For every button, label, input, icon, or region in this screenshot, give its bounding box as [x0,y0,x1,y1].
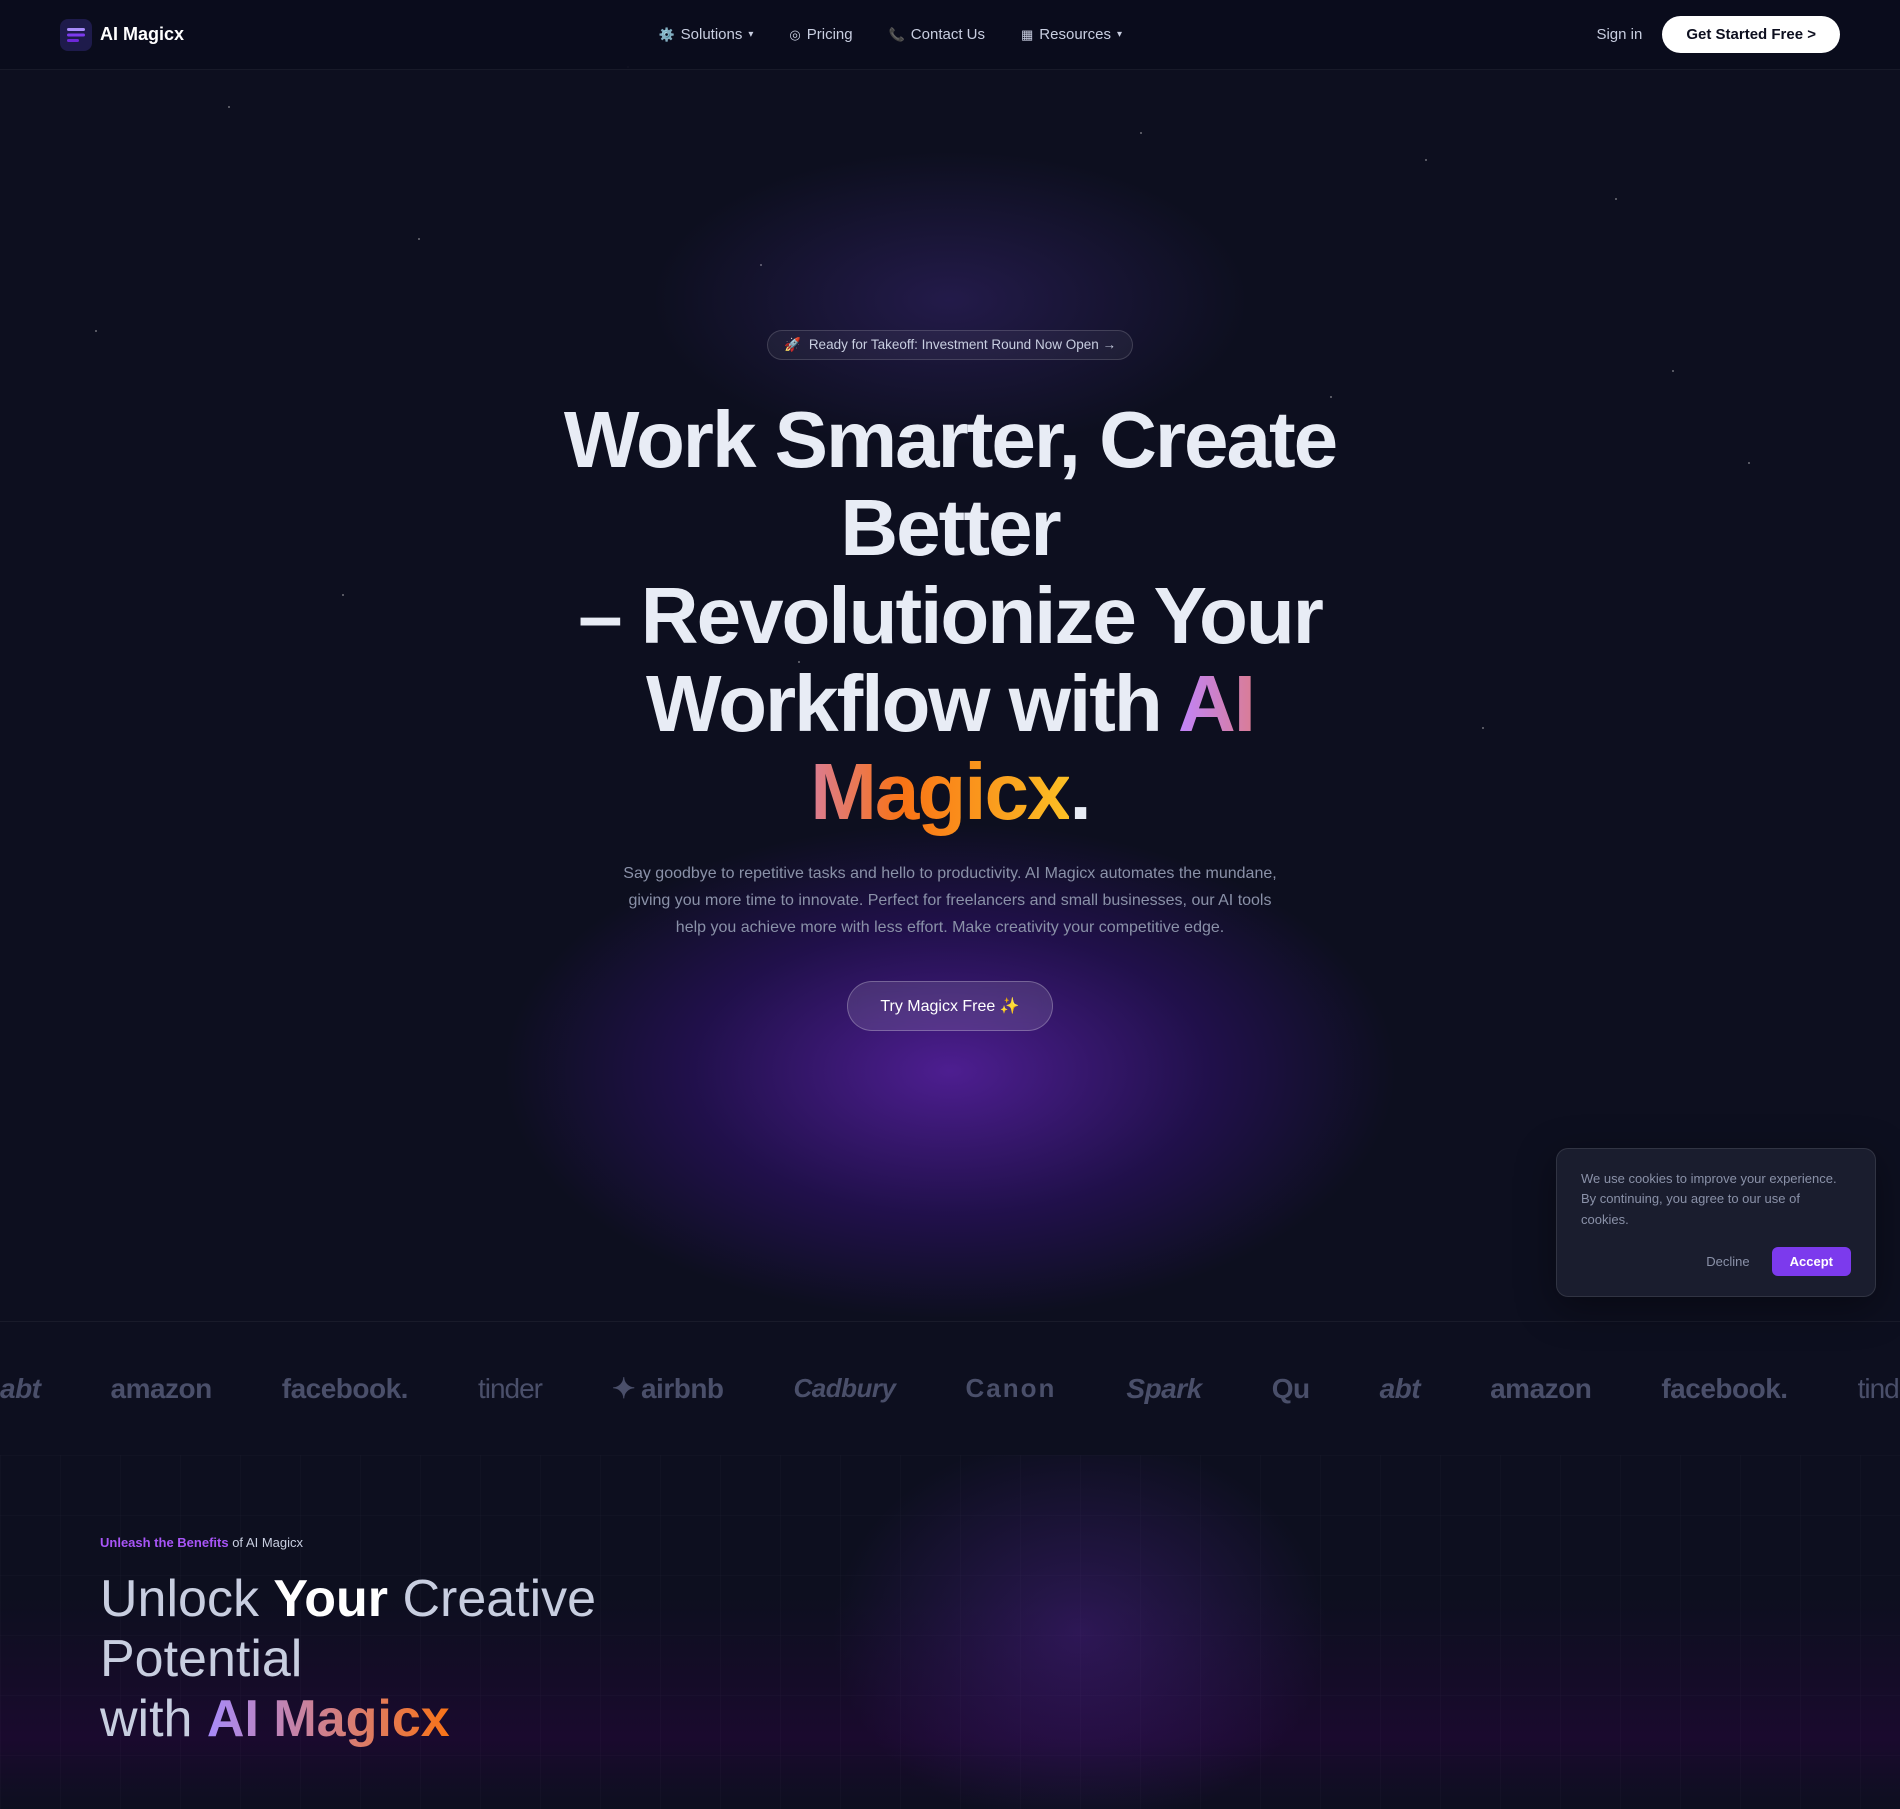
benefits-tag-bold: Unleash the Benefits [100,1535,229,1550]
cookie-decline-button[interactable]: Decline [1694,1247,1761,1276]
cookie-actions: Decline Accept [1581,1247,1851,1276]
benefits-h2-your: Your [273,1570,388,1628]
brand-abt-2: abt [1380,1373,1421,1405]
nav-item-pricing[interactable]: ◎ Pricing [775,20,866,49]
brand-cadbury: Cadbury [794,1373,896,1404]
benefits-h2-with: with [100,1690,207,1748]
chevron-down-icon-resources: ▾ [1117,29,1122,40]
nav-links: ⚙️ Solutions ▾ ◎ Pricing 📞 Contact Us ▦ … [644,20,1136,49]
hero-subtitle: Say goodbye to repetitive tasks and hell… [620,860,1280,942]
airbnb-icon: ✦ [612,1372,635,1405]
chevron-down-icon: ▾ [748,29,753,40]
announcement-badge[interactable]: 🚀 Ready for Takeoff: Investment Round No… [767,330,1133,360]
cookie-banner: We use cookies to improve your experienc… [1556,1148,1876,1297]
brand-abt: abt [0,1373,41,1405]
nav-item-solutions[interactable]: ⚙️ Solutions ▾ [644,20,767,49]
try-button[interactable]: Try Magicx Free ✨ [847,981,1052,1031]
contact-icon: 📞 [889,27,905,43]
benefits-h2-brand: AI Magicx [207,1690,450,1748]
hero-section: 🚀 Ready for Takeoff: Investment Round No… [0,0,1900,1321]
nav-item-resources[interactable]: ▦ Resources ▾ [1007,20,1136,49]
navbar: AI Magicx ⚙️ Solutions ▾ ◎ Pricing 📞 Con… [0,0,1900,70]
brand-amazon-2: amazon [1490,1373,1591,1405]
benefits-heading: Unlock Your Creative Potential with AI M… [100,1570,660,1749]
brand-airbnb: ✦ airbnb [612,1372,724,1405]
get-started-button[interactable]: Get Started Free > [1662,16,1840,53]
resources-icon: ▦ [1021,27,1033,43]
logo[interactable]: AI Magicx [60,19,184,51]
pricing-icon: ◎ [789,27,800,43]
nav-item-contact[interactable]: 📞 Contact Us [875,20,999,49]
benefits-tag-normal: of AI Magicx [229,1535,303,1550]
brand-facebook: facebook. [282,1373,408,1405]
brand-tinder-2: tinder [1858,1373,1900,1405]
cookie-accept-button[interactable]: Accept [1772,1247,1851,1276]
headline-line2: – Revolutionize Your [578,571,1322,660]
contact-label: Contact Us [911,26,985,43]
headline-line1: Work Smarter, Create Better [564,395,1336,572]
rocket-icon: 🚀 [784,337,801,353]
brand-canon: Canon [966,1373,1057,1404]
brand-qu: Qu [1272,1373,1310,1405]
benefits-tag: Unleash the Benefits of AI Magicx [100,1535,1800,1550]
brand-tinder: tinder [478,1373,542,1405]
cookie-text: We use cookies to improve your experienc… [1581,1169,1851,1231]
solutions-label: Solutions [681,26,743,43]
resources-label: Resources [1039,26,1111,43]
benefits-section: Unleash the Benefits of AI Magicx Unlock… [0,1455,1900,1809]
announcement-text: Ready for Takeoff: Investment Round Now … [809,337,1116,352]
pricing-label: Pricing [807,26,853,43]
headline-line3: Workflow with [646,659,1178,748]
sign-in-link[interactable]: Sign in [1596,26,1642,43]
logo-text: AI Magicx [100,24,184,45]
brand-facebook-2: facebook. [1661,1373,1787,1405]
brands-strip: abt amazon facebook. tinder ✦ airbnb Cad… [0,1321,1900,1455]
headline-dot: . [1069,747,1089,836]
hero-headline: Work Smarter, Create Better – Revolution… [500,396,1400,836]
benefits-h2-unlock: Unlock [100,1570,273,1628]
bottom-glow [830,1455,1330,1809]
solutions-icon: ⚙️ [658,27,674,43]
brand-amazon: amazon [111,1373,212,1405]
brands-inner: abt amazon facebook. tinder ✦ airbnb Cad… [0,1372,1900,1405]
nav-right: Sign in Get Started Free > [1596,16,1840,53]
brand-spark: Spark [1126,1373,1201,1405]
